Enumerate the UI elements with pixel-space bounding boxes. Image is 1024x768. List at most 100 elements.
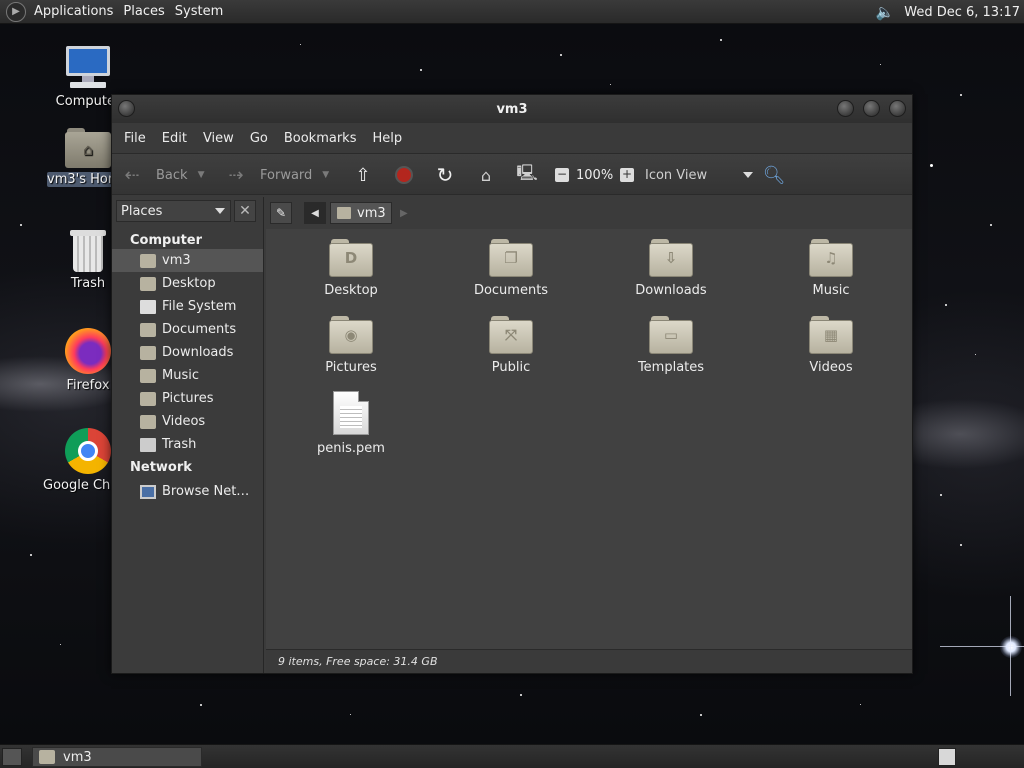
forward-button[interactable]: ⇢ Forward ▼ <box>224 159 329 191</box>
chrome-icon <box>65 428 111 474</box>
file-item-public[interactable]: ⤧ Public <box>456 316 566 375</box>
documents-folder-icon: ❐ <box>489 239 533 277</box>
zoom-out-icon: − <box>555 167 569 182</box>
menu-view[interactable]: View <box>195 131 242 146</box>
sidebar-item-browse-network[interactable]: Browse Net… <box>112 480 263 503</box>
workspace-switcher[interactable] <box>938 748 956 766</box>
bottom-panel: vm3 <box>0 744 1024 768</box>
sidebar-item-downloads[interactable]: Downloads <box>112 341 263 364</box>
zoom-in-button[interactable]: + <box>615 159 639 191</box>
music-folder-icon <box>140 368 156 383</box>
home-icon: ⌂ <box>480 165 492 185</box>
sidebar-item-vm3[interactable]: vm3 <box>112 249 263 272</box>
computer-button[interactable]: 🖳 <box>515 159 539 191</box>
downloads-folder-icon: ⇩ <box>649 239 693 277</box>
sidebar-item-trash[interactable]: Trash <box>112 433 263 456</box>
sidebar-header: Places ✕ <box>112 197 263 225</box>
menu-bookmarks[interactable]: Bookmarks <box>276 131 365 146</box>
applications-menu[interactable]: Applications <box>32 4 121 19</box>
maximize-button[interactable] <box>863 100 880 117</box>
chevron-right-icon: ▶ <box>400 207 408 219</box>
menu-logo-icon[interactable]: ▶ <box>6 1 26 22</box>
drive-icon <box>140 299 156 314</box>
sidebar-item-music[interactable]: Music <box>112 364 263 387</box>
sidebar-type-select[interactable]: Places <box>116 200 231 222</box>
computer-icon: 🖳 <box>516 162 538 182</box>
music-folder-icon: ♫ <box>809 239 853 277</box>
stop-button[interactable] <box>392 159 416 191</box>
file-manager-window: vm3 File Edit View Go Bookmarks Help ⇠ B… <box>111 94 913 674</box>
back-button[interactable]: ⇠ Back ▼ <box>120 159 204 191</box>
minimize-button[interactable] <box>837 100 854 117</box>
sidebar-item-videos[interactable]: Videos <box>112 410 263 433</box>
pictures-folder-icon: ◉ <box>329 316 373 354</box>
text-file-icon <box>333 391 369 435</box>
volume-icon[interactable]: 🔈 <box>874 3 896 21</box>
menu-go[interactable]: Go <box>242 131 276 146</box>
window-menu-button[interactable] <box>118 100 135 117</box>
desktop-folder-icon <box>140 276 156 291</box>
sidebar: Places ✕ Computer vm3 Desktop File Syste… <box>112 197 264 673</box>
home-button[interactable]: ⌂ <box>474 159 498 191</box>
public-folder-icon: ⤧ <box>489 316 533 354</box>
firefox-icon <box>65 328 111 374</box>
path-scroll-left-button[interactable]: ◀ <box>304 202 326 224</box>
forward-history-arrow-icon[interactable]: ▼ <box>322 170 329 180</box>
templates-folder-icon: ▭ <box>649 316 693 354</box>
search-button[interactable]: 🔍︎ <box>762 159 786 191</box>
file-item-pictures[interactable]: ◉ Pictures <box>296 316 406 375</box>
reload-button[interactable]: ↻ <box>433 159 457 191</box>
file-grid: D Desktop ❐ Documents ⇩ Downloads ♫ Musi… <box>266 229 912 649</box>
up-button[interactable]: ⇧ <box>351 159 375 191</box>
breadcrumb-vm3[interactable]: vm3 <box>330 202 392 224</box>
places-menu[interactable]: Places <box>121 4 172 19</box>
home-icon <box>337 207 351 219</box>
videos-folder-icon: ▦ <box>809 316 853 354</box>
folder-icon <box>39 750 55 764</box>
sidebar-item-file-system[interactable]: File System <box>112 295 263 318</box>
search-icon: 🔍︎ <box>762 164 786 186</box>
sidebar-item-desktop[interactable]: Desktop <box>112 272 263 295</box>
sidebar-item-documents[interactable]: Documents <box>112 318 263 341</box>
menu-help[interactable]: Help <box>364 131 410 146</box>
content-pane: ✎ ◀ vm3 ▶ D Desktop ❐ Documents ⇩ Downlo… <box>266 197 912 673</box>
zoom-out-button[interactable]: − <box>550 159 574 191</box>
view-mode-select[interactable]: Icon View <box>645 159 754 191</box>
zoom-in-icon: + <box>620 167 634 182</box>
file-item-videos[interactable]: ▦ Videos <box>776 316 886 375</box>
window-titlebar[interactable]: vm3 <box>112 95 912 123</box>
chevron-down-icon <box>743 172 754 178</box>
file-item-music[interactable]: ♫ Music <box>776 239 886 298</box>
edit-location-button[interactable]: ✎ <box>270 202 292 224</box>
trash-icon <box>70 230 106 272</box>
file-item-documents[interactable]: ❐ Documents <box>456 239 566 298</box>
back-history-arrow-icon[interactable]: ▼ <box>198 170 205 180</box>
reload-icon: ↻ <box>436 163 454 187</box>
path-scroll-right-button[interactable]: ▶ <box>400 202 412 224</box>
sidebar-close-button[interactable]: ✕ <box>234 200 256 222</box>
downloads-folder-icon <box>140 345 156 360</box>
sidebar-item-pictures[interactable]: Pictures <box>112 387 263 410</box>
clock[interactable]: Wed Dec 6, 13:17 <box>904 5 1024 20</box>
forward-arrow-icon: ⇢ <box>228 164 244 186</box>
desktop-folder-icon: D <box>329 239 373 277</box>
pencil-icon: ✎ <box>275 206 287 220</box>
file-item-pem[interactable]: penis.pem <box>296 391 406 456</box>
top-panel: ▶ Applications Places System 🔈 Wed Dec 6… <box>0 0 1024 24</box>
close-button[interactable] <box>889 100 906 117</box>
menubar: File Edit View Go Bookmarks Help <box>112 123 912 153</box>
videos-folder-icon <box>140 414 156 429</box>
file-item-downloads[interactable]: ⇩ Downloads <box>616 239 726 298</box>
show-desktop-button[interactable] <box>2 748 22 766</box>
documents-folder-icon <box>140 322 156 337</box>
stop-icon <box>392 163 416 187</box>
file-item-templates[interactable]: ▭ Templates <box>616 316 726 375</box>
file-item-desktop[interactable]: D Desktop <box>296 239 406 298</box>
menu-file[interactable]: File <box>116 131 154 146</box>
menu-edit[interactable]: Edit <box>154 131 195 146</box>
taskbar-item-vm3[interactable]: vm3 <box>32 747 202 767</box>
system-menu[interactable]: System <box>173 4 231 19</box>
sidebar-section-network: Network <box>130 460 192 475</box>
chevron-down-icon <box>215 208 225 214</box>
sidebar-section-computer: Computer <box>130 233 203 248</box>
